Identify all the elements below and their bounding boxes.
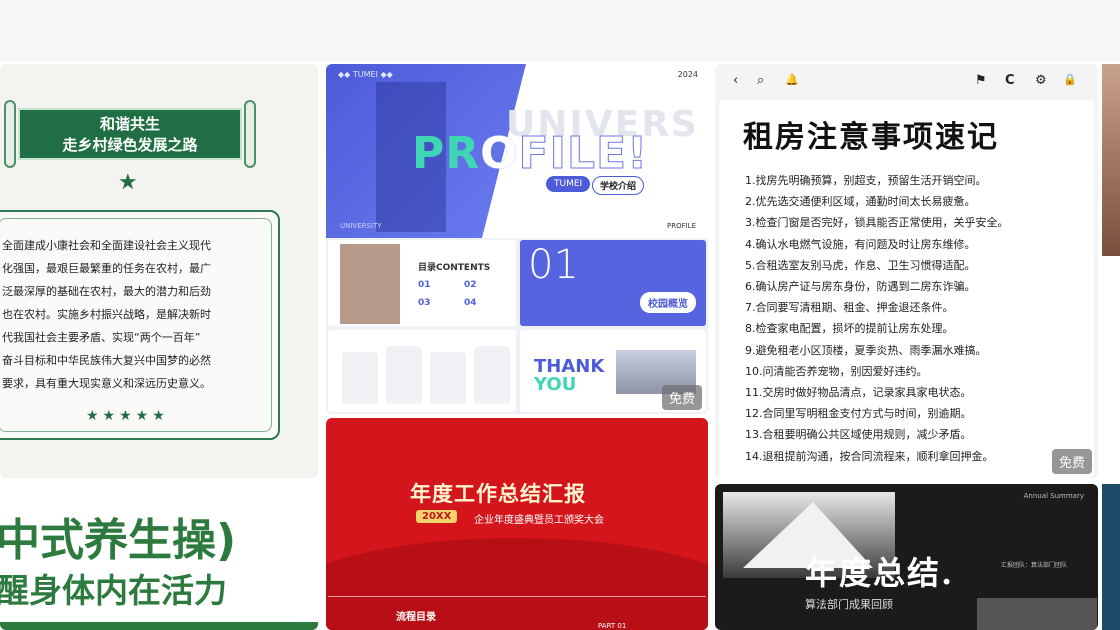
list-item: 3.检查门窗是否完好，锁具能否正常使用，关乎安全。 [745,216,1009,230]
partial-card-right[interactable] [1102,64,1120,256]
toc-item: 03 [418,298,431,308]
subheadline: 醒身体内在活力 [0,571,227,610]
thank-you-text: THANK YOU [534,356,605,395]
lock-icon[interactable]: 🔒 [1063,73,1077,86]
note-toolbar: ‹ ⌕ 🔔 ⚑ C ⚙ 🔒 [715,64,1098,98]
toc-item: 04 [464,298,477,308]
free-badge: 免费 [661,385,702,410]
template-card-health-exercise[interactable]: 中式养生操) 醒身体内在活力 [0,486,318,630]
body-line: 化强国，最艰巨最繁重的任务在农村，最广 [2,262,211,275]
banner-line2: 走乡村绿色发展之路 [62,136,198,154]
list-item: 4.确认水电燃气设施，有问题及时让房东维修。 [745,237,976,251]
star-icon: ★ [118,170,138,195]
landscape-image [977,598,1097,630]
flow-label: 流程目录 [396,612,436,623]
part-label: PART 01 [598,622,627,630]
section-number: 01 [528,242,579,288]
toc-slide: 目录CONTENTS 01 02 03 04 [328,240,516,326]
tumei-pill: TUMEI [546,176,591,192]
building-image [340,244,400,324]
back-icon[interactable]: ‹ [733,73,738,88]
list-item: 5.合租选室友别马虎，作息、卫生习惯得适配。 [745,258,976,272]
report-subtitle: 企业年度盛典暨员工颁奖大会 [474,515,604,526]
template-card-profile[interactable]: ◆◆ TUMEI ◆◆ 2024 UNIVERS PROFILE! TUMEI … [326,64,708,414]
toc-item: 01 [418,280,431,290]
list-item: 2.优先选交通便利区域，通勤时间太长易疲惫。 [745,195,976,209]
banner-line1: 和谐共生 [99,115,160,133]
list-item: 1.找房先明确预算，别超支，预留生活开销空间。 [745,174,987,187]
body-line: 全面建成小康社会和全面建设社会主义现代 [2,239,211,252]
university-label: UNIVERSITY [340,222,382,230]
body-line: 也在农村。实施乡村振兴战略，是解决新时 [2,308,211,321]
list-item: 13.合租要明确公共区域使用规则，减少矛盾。 [745,428,972,442]
headline: 中式养生操) [0,515,237,566]
school-intro-pill: 学校介绍 [592,176,645,195]
list-item: 9.避免租老小区顶楼，夏季炎热、雨季漏水难搞。 [745,343,987,357]
partial-card-right[interactable] [1102,484,1120,630]
summary-title: 年度总结. [805,554,955,592]
body-line: 要求，具有重大现实意义和深远历史意义。 [2,377,211,390]
toc-title: 目录CONTENTS [418,263,491,273]
body-line: 奋斗目标和中华民族伟大复兴中国梦的必然 [2,354,211,367]
template-card-annual-report[interactable]: 年度工作总结汇报 20XX 企业年度盛典暨员工颁奖大会 流程目录 PART 01 [326,418,708,630]
template-card-annual-summary[interactable]: Annual Summary 年度总结. 算法部门成果回顾 汇报团队：算法部门团… [715,484,1098,630]
cards-slide [328,330,516,412]
scroll-roll-right [244,100,256,168]
template-card-green-harmony[interactable]: 和谐共生 走乡村绿色发展之路 ★ 全面建成小康社会和全面建设社会主义现代 化强国… [0,64,318,478]
refresh-icon[interactable]: C [1005,73,1015,88]
year-label: 2024 [677,70,698,79]
brand-tag: ◆◆ TUMEI ◆◆ [338,70,393,79]
bell-icon[interactable]: 🔔 [785,73,799,86]
flag-icon[interactable]: ⚑ [975,73,987,88]
top-bar [0,0,1120,62]
profile-title: PROFILE! [412,128,649,180]
list-item: 11.交房时做好物品清点，记录家具家电状态。 [745,386,972,400]
template-card-rental-notes[interactable]: ‹ ⌕ 🔔 ⚑ C ⚙ 🔒 租房注意事项速记 1.找房先明确预算，别超支，预留生… [715,64,1098,478]
summary-tag: Annual Summary [1023,492,1084,500]
free-badge: 免费 [1051,449,1092,474]
report-title: 年度工作总结汇报 [410,482,586,506]
search-icon[interactable]: ⌕ [757,73,764,88]
note-list: 1.找房先明确预算，别超支，预留生活开销空间。 2.优先选交通便利区域，通勤时间… [745,170,1085,467]
section-slide: 01 校园概览 [520,240,706,326]
list-item: 14.退租提前沟通，按合同流程来，顺利拿回押金。 [745,449,994,463]
body-line: 泛最深厚的基础在农村，最大的潜力和后劲 [2,285,211,298]
note-title: 租房注意事项速记 [743,120,999,155]
year-badge: 20XX [416,510,458,523]
scroll-roll-left [4,100,16,168]
campus-overview-pill: 校园概览 [640,292,696,313]
toc-item: 02 [464,280,477,290]
banner: 和谐共生 走乡村绿色发展之路 [18,108,242,160]
list-item: 7.合同要写清租期、租金、押金退还条件。 [745,301,954,315]
stars-row-icon: ★★★★★ [86,408,169,424]
list-item: 12.合同里写明租金支付方式与时间，别逾期。 [745,407,972,421]
gear-icon[interactable]: ⚙ [1035,73,1047,88]
body-line: 代我国社会主要矛盾、实现“两个一百年” [2,331,201,344]
list-item: 8.检查家电配置，损坏的提前让房东处理。 [745,322,954,336]
summary-note: 汇报团队：算法部门团队 [1001,562,1068,569]
profile-label: PROFILE [666,222,696,230]
list-item: 10.问清能否养宠物，别因爱好违约。 [745,364,928,378]
summary-subtitle: 算法部门成果回顾 [805,598,893,611]
list-item: 6.确认房产证与房东身份，防遇到二房东诈骗。 [745,280,976,294]
body-text: 全面建成小康社会和全面建设社会主义现代 化强国，最艰巨最繁重的任务在农村，最广 … [0,234,262,395]
profile-cover: ◆◆ TUMEI ◆◆ 2024 UNIVERS PROFILE! TUMEI … [326,64,708,238]
